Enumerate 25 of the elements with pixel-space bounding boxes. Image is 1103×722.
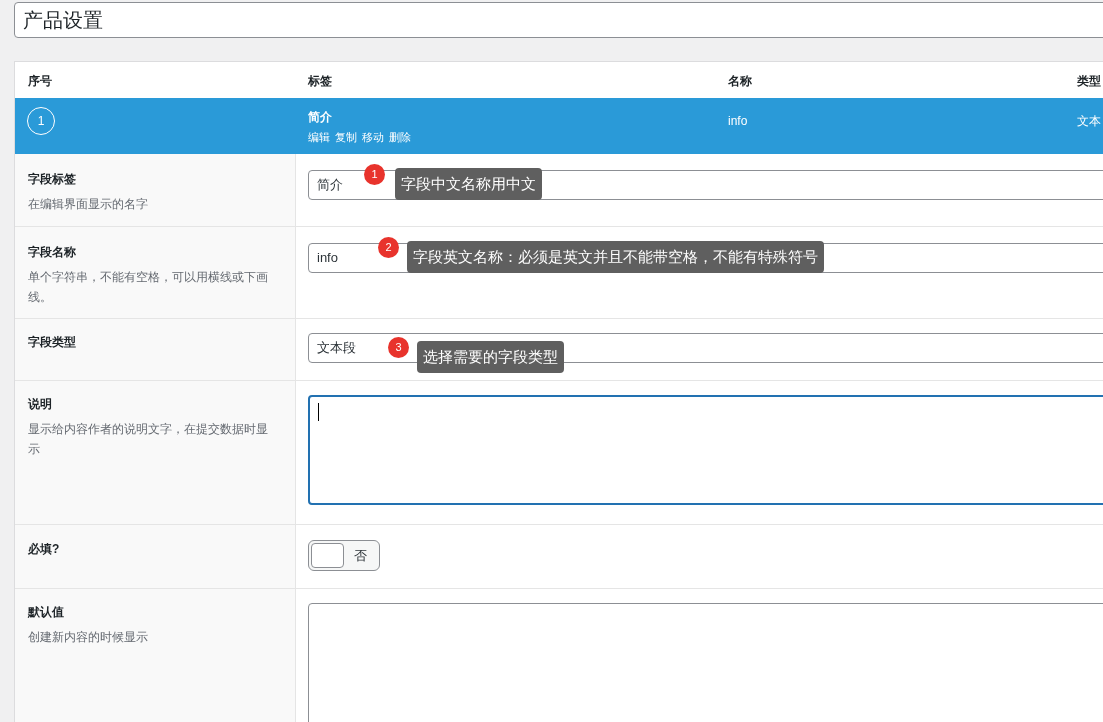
field-description: 在编辑界面显示的名字: [28, 196, 149, 213]
field-label: 字段标签: [28, 171, 77, 188]
field-label: 默认值: [28, 604, 65, 621]
field-description: 创建新内容的时候显示: [28, 629, 149, 646]
field-label: 说明: [28, 396, 53, 413]
field-label: 字段类型: [28, 334, 77, 351]
step-badge: 1: [364, 163, 385, 185]
column-header: 类型: [1077, 74, 1101, 88]
step-badge: 2: [378, 236, 399, 258]
field-description: 单个字符串，不能有空格，可以用横线或下画线。: [28, 269, 269, 306]
field-label: 字段名称: [28, 244, 77, 261]
row-type: 文本: [1077, 114, 1101, 128]
tooltip: 字段英文名称：必须是英文并且不能带空格，不能有特殊符号: [407, 241, 824, 273]
field-label: 必填?: [28, 541, 61, 558]
title-field[interactable]: 产品设置: [14, 2, 1103, 38]
column-header: 名称: [728, 74, 752, 88]
row-label: 简介: [308, 109, 333, 126]
text-area[interactable]: [308, 395, 1103, 505]
toggle-switch[interactable]: 否: [308, 540, 380, 571]
row-name: info: [728, 114, 748, 128]
column-header: 标签: [308, 74, 332, 88]
field-description: 显示给内容作者的说明文字，在提交数据时显示: [28, 421, 269, 458]
tooltip: 字段中文名称用中文: [395, 168, 542, 200]
column-header: 序号: [28, 74, 52, 88]
tooltip: 选择需要的字段类型: [417, 341, 564, 373]
